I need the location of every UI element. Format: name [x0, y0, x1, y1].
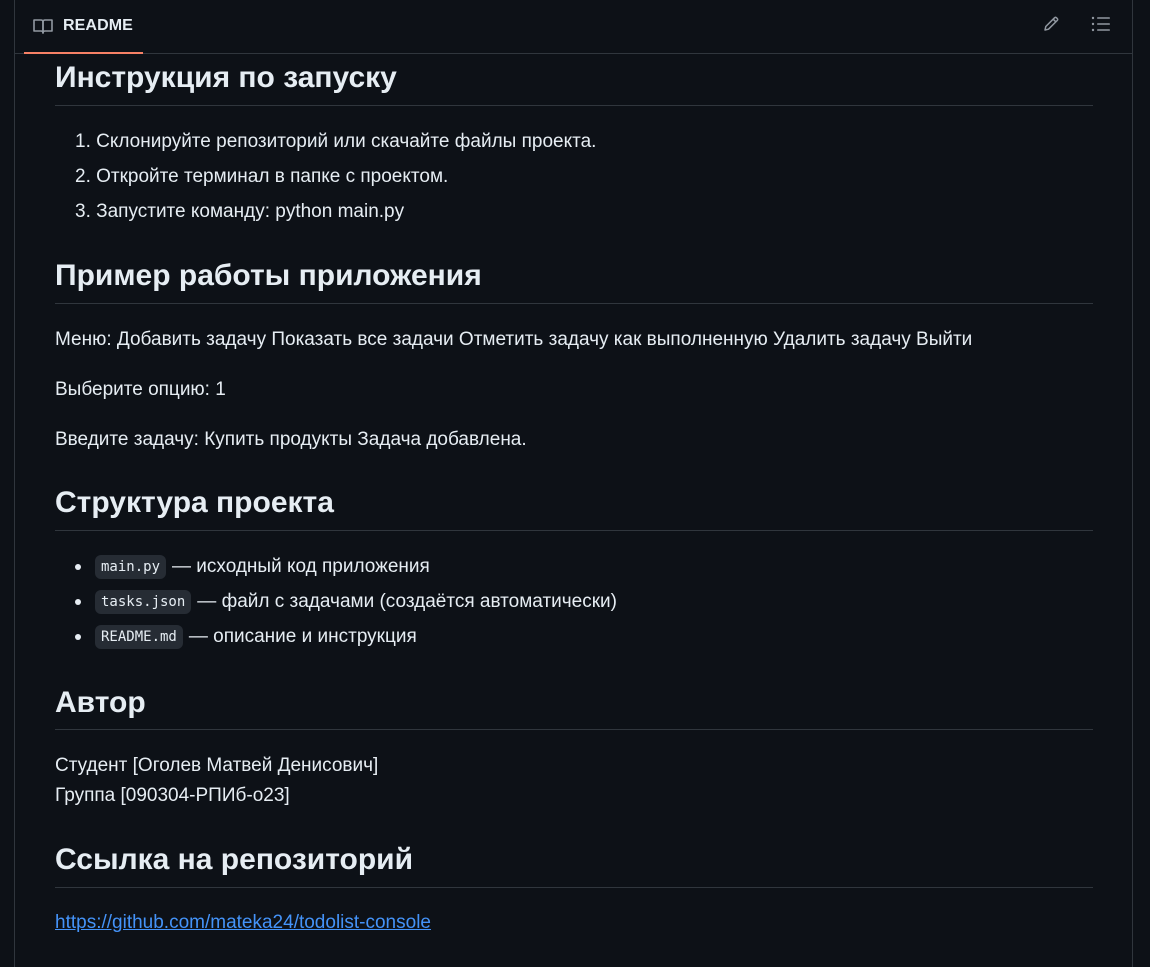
heading-example: Пример работы приложения: [55, 261, 1093, 304]
heading-run: Инструкция по запуску: [55, 63, 1093, 106]
list-item: 1. Склонируйте репозиторий или скачайте …: [75, 131, 597, 152]
heading-structure: Структура проекта: [55, 488, 1093, 531]
list-item: tasks.json — файл с задачами (создаётся …: [75, 590, 617, 614]
heading-repo: Ссылка на репозиторий: [55, 845, 1093, 888]
inline-code: README.md: [95, 625, 183, 649]
list-item: README.md — описание и инструкция: [75, 625, 417, 649]
outline-button[interactable]: [1087, 12, 1115, 40]
bullet: [75, 634, 81, 640]
example-line: Введите задачу: Купить продукты Задача д…: [55, 429, 527, 450]
list-item-text: — исходный код приложения: [172, 556, 430, 577]
tab-readme-label: README: [63, 17, 133, 34]
readme-header: README: [14, 0, 1133, 54]
list-item: 2. Откройте терминал в папке с проектом.: [75, 166, 449, 187]
list-unordered-icon: [1091, 15, 1111, 38]
heading-author: Автор: [55, 688, 1093, 730]
bullet: [75, 599, 81, 605]
list-item-text: — описание и инструкция: [188, 626, 417, 647]
tab-readme[interactable]: README: [24, 0, 143, 54]
repo-link[interactable]: https://github.com/mateka24/todolist-con…: [55, 912, 431, 934]
bullet: [75, 564, 81, 570]
inline-code: main.py: [95, 555, 167, 579]
example-line: Меню: Добавить задачу Показать все задач…: [55, 329, 973, 350]
list-item: main.py — исходный код приложения: [75, 555, 430, 579]
book-icon: [33, 18, 53, 34]
edit-file-button[interactable]: [1037, 12, 1065, 40]
example-line: Выберите опцию: 1: [55, 379, 226, 400]
list-item: 3. Запустите команду: python main.py: [75, 201, 405, 222]
pencil-icon: [1042, 15, 1060, 38]
author-name: Студент [Оголев Матвей Денисович]: [55, 755, 379, 776]
list-item-text: — файл с задачами (создаётся автоматичес…: [197, 591, 617, 612]
author-group: Группа [090304-РПИб-о23]: [55, 785, 290, 806]
inline-code: tasks.json: [95, 590, 192, 614]
